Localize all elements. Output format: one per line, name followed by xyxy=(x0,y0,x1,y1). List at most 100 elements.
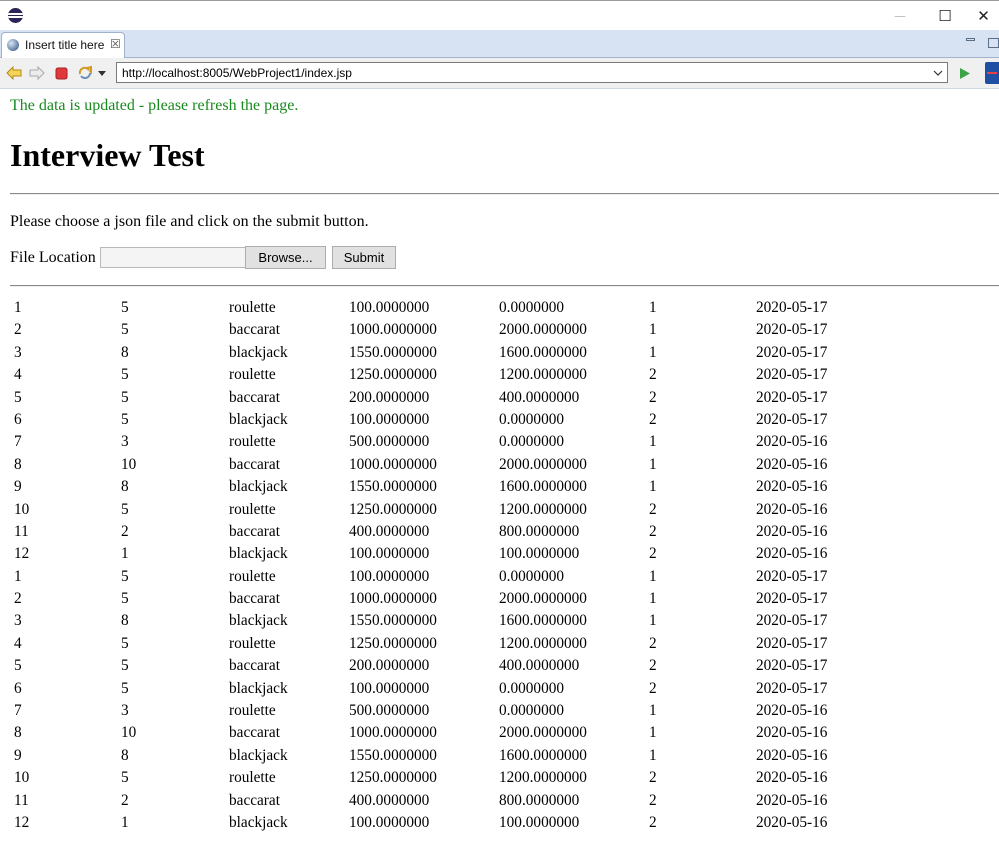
bet-amount-cell: 500.0000000 xyxy=(349,433,430,451)
win-amount-cell: 1200.0000000 xyxy=(499,366,587,384)
type-cell: 1 xyxy=(649,746,657,764)
count-cell: 5 xyxy=(121,657,129,675)
table-row: 10 5 roulette 1250.0000000 1200.0000000 2 2020… xyxy=(0,499,999,521)
back-icon[interactable] xyxy=(6,65,22,81)
game-cell: baccarat xyxy=(229,455,280,473)
divider xyxy=(10,285,999,287)
date-cell: 2020-05-17 xyxy=(756,590,828,608)
type-cell: 2 xyxy=(649,388,657,406)
browse-button[interactable]: Browse... xyxy=(245,246,326,269)
row-id-cell: 5 xyxy=(14,388,22,406)
win-amount-cell: 0.0000000 xyxy=(499,567,565,585)
maximize-button[interactable]: ☐ xyxy=(922,1,968,31)
type-cell: 2 xyxy=(649,813,657,831)
count-cell: 5 xyxy=(121,769,129,787)
win-amount-cell: 2000.0000000 xyxy=(499,455,587,473)
row-id-cell: 7 xyxy=(14,702,22,720)
game-cell: roulette xyxy=(229,500,276,518)
row-id-cell: 6 xyxy=(14,410,22,428)
table-row: 6 5 blackjack 100.0000000 0.0000000 2 2020-05-… xyxy=(0,678,999,700)
refresh-icon[interactable] xyxy=(77,65,93,81)
win-amount-cell: 2000.0000000 xyxy=(499,724,587,742)
bet-amount-cell: 400.0000000 xyxy=(349,791,430,809)
game-cell: blackjack xyxy=(229,410,288,428)
type-cell: 2 xyxy=(649,679,657,697)
row-id-cell: 8 xyxy=(14,724,22,742)
bet-amount-cell: 100.0000000 xyxy=(349,679,430,697)
bet-amount-cell: 200.0000000 xyxy=(349,657,430,675)
type-cell: 1 xyxy=(649,702,657,720)
row-id-cell: 8 xyxy=(14,455,22,473)
external-browser-icon[interactable] xyxy=(985,62,999,84)
game-cell: roulette xyxy=(229,567,276,585)
count-cell: 8 xyxy=(121,478,129,496)
tab-browser[interactable]: Insert title here ☒ xyxy=(1,32,125,58)
game-cell: baccarat xyxy=(229,388,280,406)
type-cell: 2 xyxy=(649,522,657,540)
date-cell: 2020-05-17 xyxy=(756,410,828,428)
url-dropdown-icon[interactable] xyxy=(931,63,945,82)
date-cell: 2020-05-17 xyxy=(756,321,828,339)
row-id-cell: 10 xyxy=(14,769,30,787)
stop-icon[interactable] xyxy=(53,65,69,81)
eclipse-icon xyxy=(8,8,23,23)
chevron-down-icon[interactable] xyxy=(96,65,108,81)
date-cell: 2020-05-16 xyxy=(756,791,828,809)
game-cell: baccarat xyxy=(229,321,280,339)
divider xyxy=(10,193,999,195)
count-cell: 2 xyxy=(121,791,129,809)
row-id-cell: 9 xyxy=(14,746,22,764)
table-row: 4 5 roulette 1250.0000000 1200.0000000 2 2020-… xyxy=(0,364,999,386)
game-cell: baccarat xyxy=(229,791,280,809)
bet-amount-cell: 400.0000000 xyxy=(349,522,430,540)
count-cell: 5 xyxy=(121,679,129,697)
table-row: 9 8 blackjack 1550.0000000 1600.0000000 1 2020… xyxy=(0,745,999,767)
game-cell: blackjack xyxy=(229,478,288,496)
view-minimize-icon[interactable] xyxy=(966,38,975,41)
bet-amount-cell: 100.0000000 xyxy=(349,410,430,428)
type-cell: 2 xyxy=(649,769,657,787)
page-title: Interview Test xyxy=(10,137,205,173)
count-cell: 10 xyxy=(121,724,137,742)
count-cell: 5 xyxy=(121,590,129,608)
submit-button[interactable]: Submit xyxy=(332,246,396,269)
file-path-field[interactable] xyxy=(100,247,246,268)
row-id-cell: 12 xyxy=(14,813,30,831)
win-amount-cell: 400.0000000 xyxy=(499,388,580,406)
minimize-button[interactable]: — xyxy=(877,1,923,31)
count-cell: 5 xyxy=(121,500,129,518)
window-titlebar: — ☐ ✕ xyxy=(0,0,999,30)
count-cell: 10 xyxy=(121,455,137,473)
table-row: 8 10 baccarat 1000.0000000 2000.0000000 1 2020… xyxy=(0,722,999,744)
type-cell: 2 xyxy=(649,410,657,428)
row-id-cell: 1 xyxy=(14,299,22,316)
bet-amount-cell: 100.0000000 xyxy=(349,299,430,316)
type-cell: 1 xyxy=(649,567,657,585)
view-maximize-icon[interactable] xyxy=(988,38,999,48)
game-cell: blackjack xyxy=(229,813,288,831)
type-cell: 2 xyxy=(649,634,657,652)
go-icon[interactable] xyxy=(957,65,973,81)
url-input[interactable]: http://localhost:8005/WebProject1/index.… xyxy=(116,62,948,83)
tab-close-icon[interactable]: ☒ xyxy=(110,37,121,51)
bet-amount-cell: 1250.0000000 xyxy=(349,634,437,652)
type-cell: 2 xyxy=(649,500,657,518)
game-cell: blackjack xyxy=(229,612,288,630)
date-cell: 2020-05-17 xyxy=(756,299,828,316)
data-table: 1 5 roulette 100.0000000 0.0000000 1 2020-05-1… xyxy=(0,297,999,834)
table-row: 1 5 roulette 100.0000000 0.0000000 1 2020-05-1… xyxy=(0,566,999,588)
forward-icon[interactable] xyxy=(29,65,45,81)
win-amount-cell: 1200.0000000 xyxy=(499,769,587,787)
win-amount-cell: 1600.0000000 xyxy=(499,478,587,496)
win-amount-cell: 0.0000000 xyxy=(499,702,565,720)
count-cell: 8 xyxy=(121,343,129,361)
table-row: 11 2 baccarat 400.0000000 800.0000000 2 2020-0… xyxy=(0,521,999,543)
count-cell: 5 xyxy=(121,567,129,585)
close-button[interactable]: ✕ xyxy=(968,1,999,31)
date-cell: 2020-05-17 xyxy=(756,679,828,697)
row-id-cell: 7 xyxy=(14,433,22,451)
game-cell: blackjack xyxy=(229,343,288,361)
type-cell: 1 xyxy=(649,299,657,316)
row-id-cell: 4 xyxy=(14,366,22,384)
game-cell: roulette xyxy=(229,366,276,384)
